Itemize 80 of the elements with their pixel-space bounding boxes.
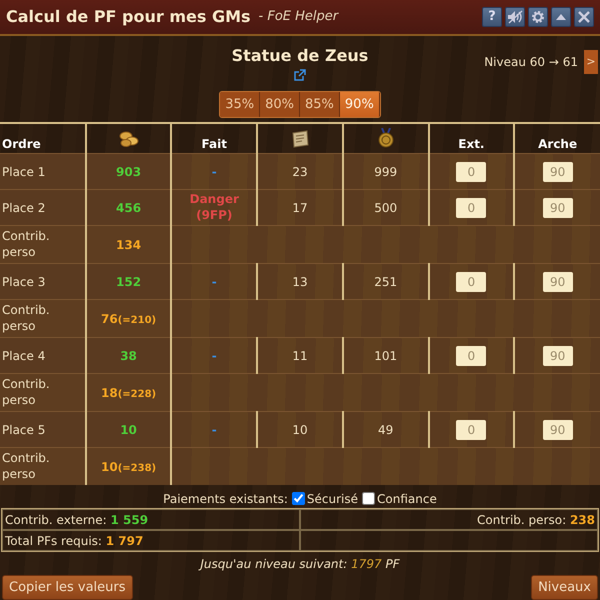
muted-speaker-icon xyxy=(507,10,523,24)
contribution-label: Contrib. perso xyxy=(2,303,51,334)
coins-icon xyxy=(118,130,140,148)
ext-input[interactable]: 0 xyxy=(456,162,486,182)
percentage-tab[interactable]: 90% xyxy=(340,92,380,117)
own-contribution: Contrib. perso: 238 xyxy=(477,512,595,527)
contribution-value: 18(=228) xyxy=(101,386,156,400)
total-required: Total PFs requis: 1 797 xyxy=(5,534,144,548)
status-text: - xyxy=(212,422,217,437)
rank-label: Place 1 xyxy=(2,164,46,179)
rank-label: Place 2 xyxy=(2,200,46,215)
percentage-tab[interactable]: 80% xyxy=(260,92,300,117)
percentage-tab[interactable]: 85% xyxy=(300,92,340,117)
rank-label: Place 3 xyxy=(2,274,46,289)
fp-value: 456 xyxy=(116,200,142,215)
blueprint-count: 11 xyxy=(292,348,308,363)
fp-value: 152 xyxy=(116,274,142,289)
next-level-text: Jusqu'au niveau suivant: 1797 PF xyxy=(200,557,400,572)
rank-label: Place 4 xyxy=(2,348,46,363)
blueprint-count: 13 xyxy=(292,274,308,289)
external-contribution: Contrib. externe: 1 559 xyxy=(5,512,148,527)
checkbox-label: Sécurisé xyxy=(306,492,358,506)
column-header: Fait xyxy=(202,137,227,152)
blueprint-count: 10 xyxy=(292,422,308,437)
column-header: Ext. xyxy=(458,137,484,152)
medal-count: 251 xyxy=(374,274,398,289)
medal-icon xyxy=(376,128,395,148)
medal-count: 49 xyxy=(378,422,394,437)
ext-input[interactable]: 0 xyxy=(456,346,486,366)
collapse-button[interactable] xyxy=(551,6,571,27)
medal-count: 101 xyxy=(374,348,398,363)
checkbox-label: Confiance xyxy=(377,492,437,506)
arche-input[interactable]: 90 xyxy=(542,420,573,440)
status-text: - xyxy=(212,164,217,179)
contribution-label: Contrib. perso xyxy=(2,229,51,260)
gear-icon xyxy=(531,10,545,24)
close-button[interactable] xyxy=(574,6,594,27)
sound-off-button[interactable] xyxy=(505,6,525,27)
window-subtitle: - FoE Helper xyxy=(258,9,338,24)
footer-button[interactable]: Copier les valeurs xyxy=(2,575,133,600)
level-range: Niveau 60 → 61 xyxy=(484,54,578,69)
fp-value: 903 xyxy=(116,164,142,179)
contribution-value: 134 xyxy=(116,238,142,252)
percentage-tab[interactable]: 35% xyxy=(220,92,260,117)
status-text: - xyxy=(212,348,217,363)
settings-button[interactable] xyxy=(528,6,548,27)
ext-input[interactable]: 0 xyxy=(456,198,486,218)
status-text: - xyxy=(212,274,217,289)
checkbox[interactable] xyxy=(362,492,376,506)
close-icon xyxy=(578,10,590,23)
up-triangle-icon xyxy=(555,12,567,21)
building-name: Statue de Zeus xyxy=(232,46,368,65)
contribution-value: 76(=210) xyxy=(101,312,156,326)
blueprint-count: 17 xyxy=(292,200,308,215)
contribution-label: Contrib. perso xyxy=(2,377,51,408)
medal-count: 999 xyxy=(374,164,398,179)
payments-label: Paiements existants: xyxy=(163,492,288,506)
fp-value: 38 xyxy=(120,348,137,363)
next-level-button[interactable]: > xyxy=(584,50,598,74)
arche-input[interactable]: 90 xyxy=(542,198,573,218)
contribution-value: 10(=238) xyxy=(101,460,156,474)
rank-label: Place 5 xyxy=(2,422,46,437)
arche-input[interactable]: 90 xyxy=(542,162,573,182)
column-header: Arche xyxy=(538,137,578,152)
medal-count: 500 xyxy=(374,200,398,215)
external-link-icon[interactable] xyxy=(294,68,306,81)
scroll-icon xyxy=(290,130,310,148)
arche-input[interactable]: 90 xyxy=(542,272,573,292)
checkbox[interactable] xyxy=(292,492,305,506)
footer-button[interactable]: Niveaux xyxy=(531,575,598,600)
fp-value: 10 xyxy=(120,422,137,437)
danger-warning: Danger (9FP) xyxy=(188,192,240,224)
window-title: Calcul de PF pour mes GMs xyxy=(6,7,251,26)
blueprint-count: 23 xyxy=(292,164,308,179)
contribution-label: Contrib. perso xyxy=(2,451,51,482)
ext-input[interactable]: 0 xyxy=(456,272,486,292)
ext-input[interactable]: 0 xyxy=(456,420,486,440)
column-header: Ordre xyxy=(2,137,41,152)
help-button[interactable]: ? xyxy=(482,6,502,27)
arche-input[interactable]: 90 xyxy=(542,346,573,366)
